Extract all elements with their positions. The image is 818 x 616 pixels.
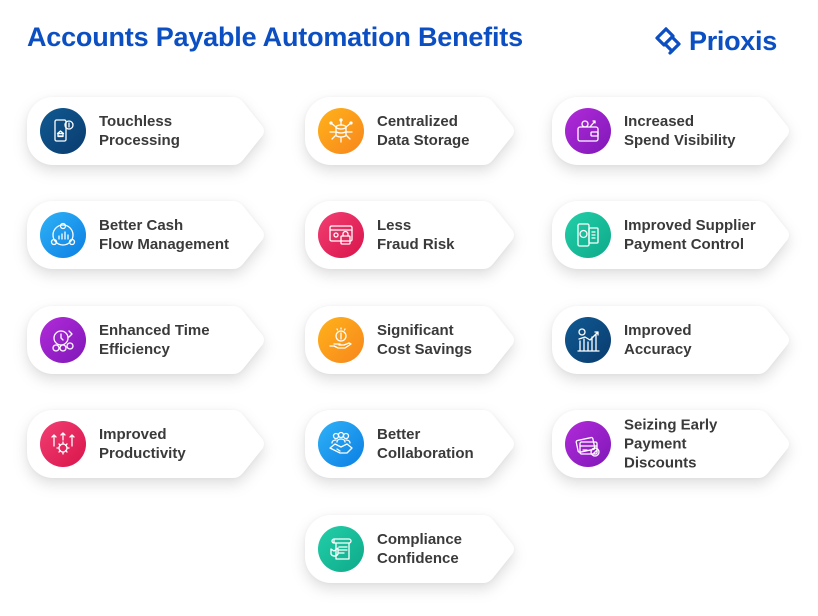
benefit-label-line: Accuracy — [624, 341, 692, 358]
benefit-label-line: Significant — [377, 322, 454, 339]
benefit-label-line: Compliance — [377, 531, 463, 548]
benefit-label-line: Payment — [624, 435, 687, 453]
benefit-label-line: Collaboration — [377, 445, 474, 462]
gear-arrows-icon — [51, 432, 75, 455]
benefit-label-line: Improved — [624, 322, 692, 339]
benefit-label-line: Discounts — [624, 454, 697, 472]
benefit-card: Better Cash Flow Management — [27, 201, 265, 269]
benefit-card: Less Fraud Risk — [305, 201, 515, 269]
benefit-label-line: Payment Control — [624, 236, 745, 253]
icon-badge — [40, 108, 86, 154]
brand-logo: Prioxis — [653, 25, 777, 57]
benefit-label: Improved Productivity — [99, 425, 186, 463]
benefit-label: Enhanced Time Efficiency — [99, 321, 210, 359]
icon-badge — [40, 317, 86, 363]
benefit-label: Less Fraud Risk — [377, 216, 455, 254]
benefit-card: Significant Cost Savings — [305, 306, 515, 374]
benefit-label-line: Processing — [99, 132, 180, 149]
page-title: Accounts Payable Automation Benefits — [27, 22, 523, 52]
benefit-label-line: Less — [377, 217, 412, 234]
time-efficiency-icon — [52, 330, 74, 352]
benefit-label: Better Collaboration — [377, 425, 474, 463]
benefit-label-line: Seizing Early — [624, 416, 718, 434]
benefit-card: Better Collaboration — [305, 410, 515, 478]
wallet-icon — [577, 120, 599, 142]
benefit-label: Seizing Early Payment Discounts — [624, 416, 717, 473]
chart-growth-icon — [577, 328, 600, 352]
benefit-label: Improved Supplier Payment Control — [624, 216, 756, 254]
icon-badge — [318, 421, 364, 467]
benefit-card: Centralized Data Storage — [305, 97, 515, 165]
benefit-label: Centralized Data Storage — [377, 112, 470, 150]
benefit-label: Improved Accuracy — [624, 321, 692, 359]
benefit-label-line: Spend Visibility — [624, 132, 736, 149]
benefit-label-line: Touchless — [99, 113, 173, 130]
icon-badge — [565, 317, 611, 363]
benefit-label: Significant Cost Savings — [377, 321, 472, 359]
benefit-label-line: Efficiency — [99, 341, 170, 358]
benefit-label-line: Improved — [99, 426, 167, 443]
benefit-card: Compliance Confidence — [305, 515, 515, 583]
benefit-label-line: Fraud Risk — [377, 236, 455, 253]
icon-badge — [565, 212, 611, 258]
handshake-team-icon — [329, 431, 353, 454]
database-network-icon — [329, 118, 353, 143]
benefit-label: Compliance Confidence — [377, 530, 462, 568]
benefit-label-line: Cost Savings — [377, 341, 473, 358]
icon-badge — [318, 317, 364, 363]
benefit-label-line: Data Storage — [377, 132, 470, 149]
benefit-card: Touchless Processing — [27, 97, 265, 165]
benefit-label-line: Flow Management — [99, 236, 230, 253]
benefit-card: Improved Productivity — [27, 410, 265, 478]
icon-badge — [318, 212, 364, 258]
benefit-label-line: Better Cash — [99, 217, 184, 234]
benefit-label: Better Cash Flow Management — [99, 216, 229, 254]
benefit-label: Touchless Processing — [99, 112, 180, 150]
supplier-payment-icon — [577, 223, 599, 247]
fraud-lock-icon — [329, 225, 353, 245]
benefit-card: Improved Accuracy — [552, 306, 790, 374]
logo-text: Prioxis — [689, 25, 777, 56]
icon-badge — [40, 212, 86, 258]
icon-badge — [565, 108, 611, 154]
benefit-label-line: Confidence — [377, 550, 459, 567]
benefit-card: Enhanced Time Efficiency — [27, 306, 265, 374]
benefit-label-line: Productivity — [99, 445, 186, 462]
benefit-label: Increased Spend Visibility — [624, 112, 735, 150]
benefit-label-line: Increased — [624, 113, 695, 130]
benefit-card: Improved Supplier Payment Control — [552, 201, 790, 269]
benefit-label-line: Centralized — [377, 113, 458, 130]
cash-flow-icon — [50, 222, 76, 246]
icon-badge — [318, 526, 364, 572]
benefit-card: Seizing Early Payment Discounts — [552, 410, 790, 478]
benefit-label-line: Better — [377, 426, 421, 443]
compliance-scroll-icon — [330, 538, 352, 560]
mobile-payment-icon — [54, 119, 74, 142]
benefit-label-line: Improved Supplier — [624, 217, 756, 234]
icon-badge — [40, 421, 86, 467]
prioxis-logo-icon — [655, 27, 681, 55]
benefit-label-line: Enhanced Time — [99, 322, 210, 339]
coin-hand-icon — [329, 327, 352, 349]
icon-badge — [318, 108, 364, 154]
card-discount-icon — [575, 436, 600, 457]
benefit-card: Increased Spend Visibility — [552, 97, 790, 165]
icon-badge — [565, 421, 611, 467]
